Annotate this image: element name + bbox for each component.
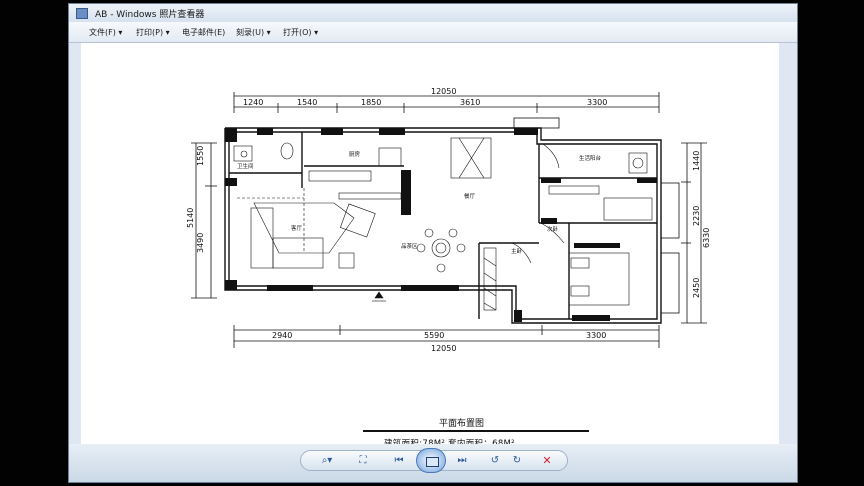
menu-open[interactable]: 打开(O) ▾ <box>283 27 318 38</box>
dim-top-2: 1540 <box>297 98 317 107</box>
room-dining: 餐厅 <box>464 192 476 200</box>
dim-top-4: 3610 <box>460 98 480 107</box>
menu-print[interactable]: 打印(P) ▾ <box>136 27 170 38</box>
dim-left-2: 5140 <box>186 208 195 228</box>
caption-rule <box>363 430 589 432</box>
floor-plan-drawing: 12050 1240 1540 1850 3610 3300 2940 5590… <box>186 87 711 353</box>
desktop-background-right <box>798 0 864 486</box>
dim-left-3: 3490 <box>196 233 205 253</box>
room-bathroom: 卫生间 <box>237 162 254 170</box>
room-tea-area: 品茶区 <box>401 242 418 250</box>
dim-left-1: 1550 <box>196 146 205 166</box>
previous-icon[interactable]: ⏮ <box>391 453 407 468</box>
dim-top-3: 1850 <box>361 98 381 107</box>
dim-right-1: 1440 <box>692 151 701 171</box>
rotate-clockwise-icon[interactable]: ↻ <box>509 453 525 468</box>
plan-title: 平面布置图 <box>439 419 485 429</box>
dim-right-2: 2230 <box>692 206 701 226</box>
dim-bottom-1: 2940 <box>272 331 292 340</box>
dim-right-4: 2450 <box>692 278 701 298</box>
window-title: AB - Windows 照片查看器 <box>95 10 205 20</box>
bottom-toolbar: ⌕▾ ⛶ ⏮ ⏭ ↺ ↻ ✕ <box>69 444 797 482</box>
slideshow-icon <box>426 457 439 467</box>
photo-viewer-window: AB - Windows 照片查看器 文件(F) ▾ 打印(P) ▾ 电子邮件(… <box>68 3 798 483</box>
next-icon[interactable]: ⏭ <box>454 453 470 468</box>
magnifier-icon[interactable]: ⌕▾ <box>319 453 335 468</box>
dim-right-3: 6330 <box>702 228 711 248</box>
image-viewport[interactable]: 12050 1240 1540 1850 3610 3300 2940 5590… <box>81 43 779 449</box>
desktop-background-left <box>0 0 68 486</box>
menu-file[interactable]: 文件(F) ▾ <box>89 27 122 38</box>
app-icon <box>76 8 88 19</box>
floor-plan-image: 12050 1240 1540 1850 3610 3300 2940 5590… <box>139 58 725 449</box>
menu-burn[interactable]: 刻录(U) ▾ <box>236 27 271 38</box>
dim-top-1: 1240 <box>243 98 263 107</box>
room-living: 客厅 <box>291 224 303 232</box>
slideshow-button[interactable] <box>416 448 446 473</box>
delete-icon[interactable]: ✕ <box>539 453 555 468</box>
room-master-bedroom: 主卧 <box>511 247 523 255</box>
menu-bar: 文件(F) ▾ 打印(P) ▾ 电子邮件(E) 刻录(U) ▾ 打开(O) ▾ <box>69 22 797 43</box>
rotate-counterclockwise-icon[interactable]: ↺ <box>487 453 503 468</box>
dim-top-5: 3300 <box>587 98 607 107</box>
dim-bottom-3: 3300 <box>586 331 606 340</box>
room-balcony: 生活阳台 <box>579 154 602 162</box>
dim-top-total: 12050 <box>431 87 456 96</box>
dim-bottom-2: 5590 <box>424 331 444 340</box>
menu-email[interactable]: 电子邮件(E) <box>182 27 225 38</box>
title-bar[interactable]: AB - Windows 照片查看器 <box>69 4 797 22</box>
room-kitchen: 厨房 <box>349 150 361 158</box>
room-secondary-bedroom: 次卧 <box>547 225 559 233</box>
actual-size-icon[interactable]: ⛶ <box>355 453 371 468</box>
dim-bottom-total: 12050 <box>431 344 456 353</box>
